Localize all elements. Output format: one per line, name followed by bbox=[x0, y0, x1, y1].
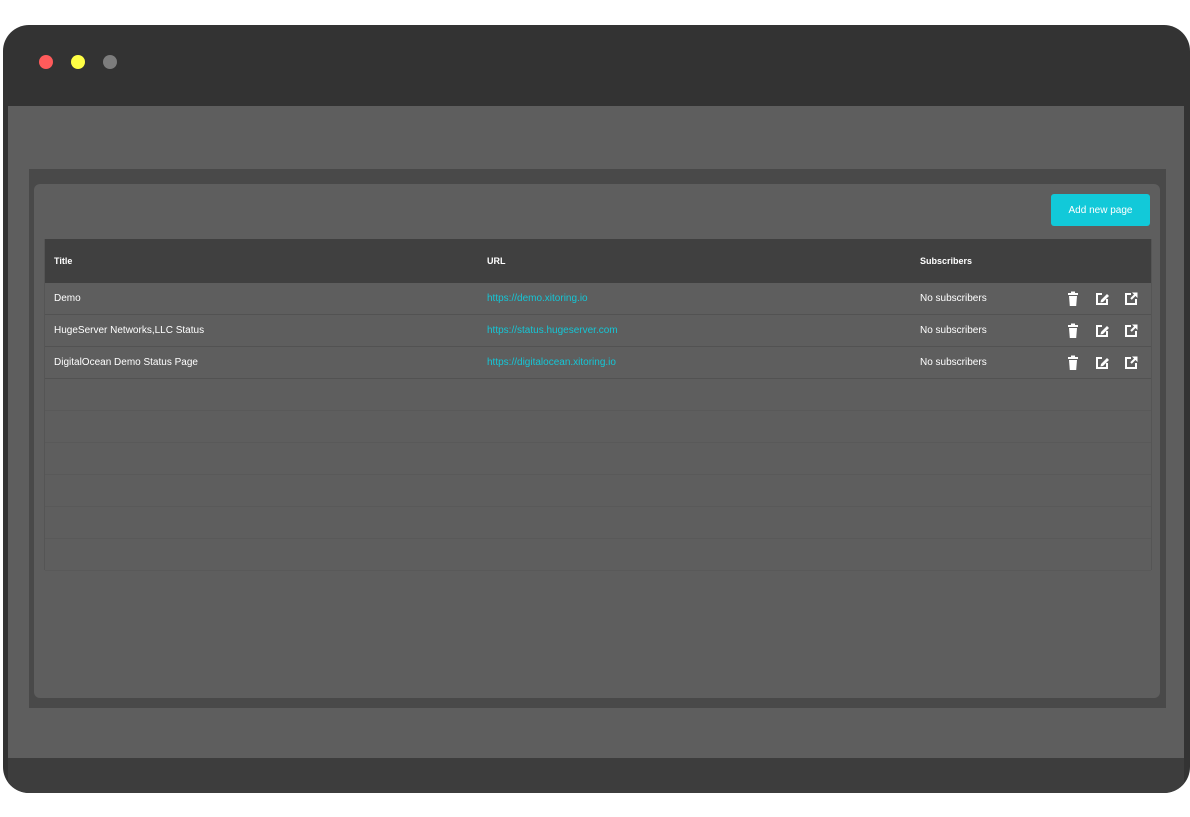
table-row: Demo https://demo.xitoring.io No subscri… bbox=[45, 283, 1151, 315]
table-row: HugeServer Networks,LLC Status https://s… bbox=[45, 315, 1151, 347]
status-pages-panel: Add new page Title URL Subscribers Demo … bbox=[34, 184, 1160, 698]
trash-icon[interactable] bbox=[1065, 291, 1081, 307]
edit-icon[interactable] bbox=[1094, 323, 1110, 339]
column-title-header: Title bbox=[54, 256, 73, 266]
subscribers-cell: No subscribers bbox=[920, 325, 987, 336]
row-actions bbox=[1065, 347, 1139, 378]
zoom-window-button[interactable] bbox=[103, 55, 117, 69]
edit-icon[interactable] bbox=[1094, 291, 1110, 307]
page-url-link[interactable]: https://digitalocean.xitoring.io bbox=[487, 347, 616, 378]
subscribers-cell: No subscribers bbox=[920, 357, 987, 368]
external-link-icon[interactable] bbox=[1123, 323, 1139, 339]
page-url-link[interactable]: https://demo.xitoring.io bbox=[487, 283, 588, 314]
add-new-page-button[interactable]: Add new page bbox=[1051, 194, 1150, 226]
edit-icon[interactable] bbox=[1094, 355, 1110, 371]
status-pages-table: Title URL Subscribers Demo https://demo.… bbox=[44, 239, 1152, 571]
external-link-icon[interactable] bbox=[1123, 355, 1139, 371]
page-title-cell: Demo bbox=[54, 293, 81, 304]
empty-table-row bbox=[45, 539, 1151, 571]
table-row: DigitalOcean Demo Status Page https://di… bbox=[45, 347, 1151, 379]
browser-window: Add new page Title URL Subscribers Demo … bbox=[3, 25, 1190, 793]
subscribers-cell: No subscribers bbox=[920, 293, 987, 304]
row-actions bbox=[1065, 315, 1139, 346]
status-pages-frame: Add new page Title URL Subscribers Demo … bbox=[29, 169, 1166, 708]
page-title-cell: DigitalOcean Demo Status Page bbox=[54, 357, 198, 368]
column-subscribers-header: Subscribers bbox=[920, 256, 973, 266]
page-url-link[interactable]: https://status.hugeserver.com bbox=[487, 315, 618, 346]
minimize-window-button[interactable] bbox=[71, 55, 85, 69]
empty-table-row bbox=[45, 475, 1151, 507]
close-window-button[interactable] bbox=[39, 55, 53, 69]
empty-table-row bbox=[45, 379, 1151, 411]
trash-icon[interactable] bbox=[1065, 323, 1081, 339]
empty-table-row bbox=[45, 443, 1151, 475]
window-footer bbox=[8, 758, 1184, 793]
trash-icon[interactable] bbox=[1065, 355, 1081, 371]
column-url-header: URL bbox=[487, 256, 506, 266]
empty-table-row bbox=[45, 507, 1151, 539]
row-actions bbox=[1065, 283, 1139, 314]
page-title-cell: HugeServer Networks,LLC Status bbox=[54, 325, 205, 336]
table-header: Title URL Subscribers bbox=[45, 239, 1151, 283]
external-link-icon[interactable] bbox=[1123, 291, 1139, 307]
empty-table-row bbox=[45, 411, 1151, 443]
page-content: Add new page Title URL Subscribers Demo … bbox=[8, 106, 1184, 758]
